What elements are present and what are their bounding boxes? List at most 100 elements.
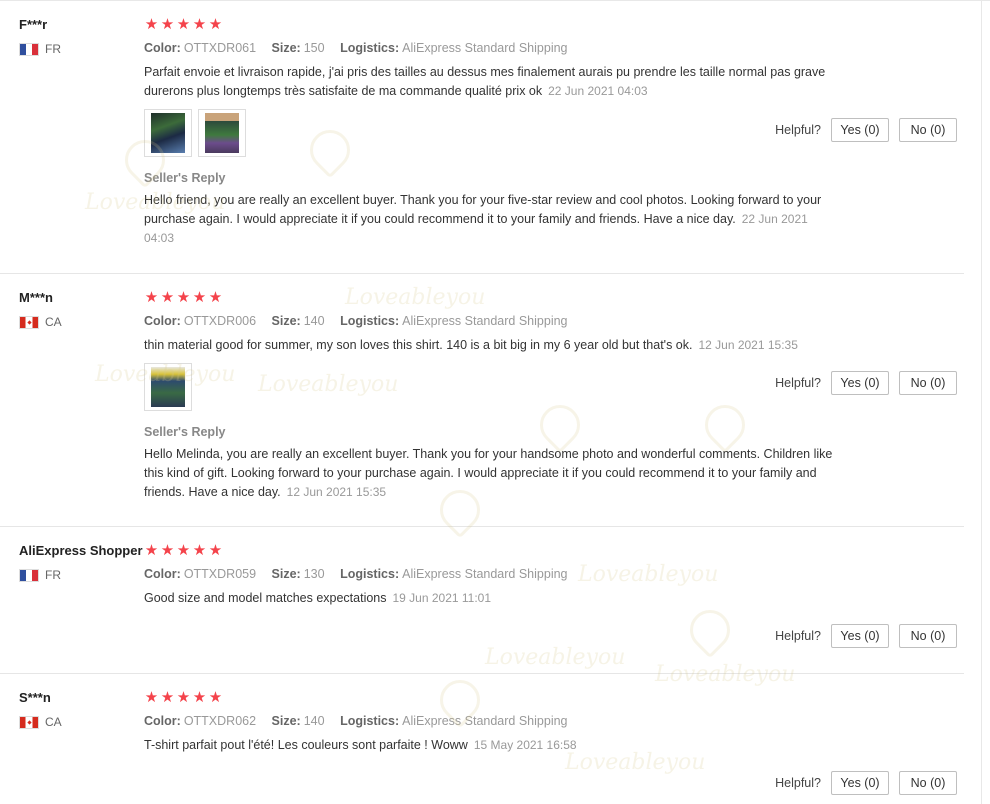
helpful-no-button[interactable]: No (0): [899, 118, 957, 142]
star-icon: ★: [208, 289, 223, 306]
review-text: Parfait envoie et livraison rapide, j'ai…: [144, 63, 864, 101]
country-code: CA: [45, 315, 62, 329]
review-text: T-shirt parfait pout l'été! Les couleurs…: [144, 736, 864, 755]
size-label: Size:: [271, 314, 301, 328]
helpful-yes-button[interactable]: Yes (0): [831, 371, 889, 395]
helpful-yes-button[interactable]: Yes (0): [831, 771, 889, 795]
seller-reply: Hello friend, you are really an excellen…: [144, 191, 834, 248]
ca-flag-icon: [19, 715, 39, 729]
logistics-value: AliExpress Standard Shipping: [402, 567, 568, 581]
ca-flag-icon: [19, 315, 39, 329]
helpful-no-button[interactable]: No (0): [899, 771, 957, 795]
review-photo[interactable]: [144, 109, 192, 157]
country-code: CA: [45, 715, 62, 729]
helpful-controls: Helpful? Yes (0) No (0): [775, 624, 957, 648]
star-icon: ★: [192, 542, 207, 559]
helpful-no-button[interactable]: No (0): [899, 371, 957, 395]
review-text: Good size and model matches expectations…: [144, 589, 864, 608]
order-info: Color: OTTXDR061 Size: 150 Logistics: AliEx…: [144, 41, 864, 55]
buyer-info: F***r FR: [19, 17, 61, 56]
helpful-label: Helpful?: [775, 376, 821, 390]
seller-reply-title: Seller's Reply: [144, 171, 226, 185]
review-date: 22 Jun 2021 04:03: [548, 84, 648, 98]
review-date: 12 Jun 2021 15:35: [698, 338, 798, 352]
review-content: ★ ★ ★ ★ ★ Color: OTTXDR062 Size: 140 Logistics…: [144, 690, 864, 755]
logistics-value: AliExpress Standard Shipping: [402, 314, 568, 328]
star-icon: ★: [192, 689, 207, 706]
logistics-label: Logistics:: [340, 314, 400, 328]
star-icon: ★: [192, 289, 207, 306]
helpful-controls: Helpful? Yes (0) No (0): [775, 771, 957, 795]
fr-flag-icon: [19, 568, 39, 582]
buyer-name: F***r: [19, 17, 48, 32]
helpful-label: Helpful?: [775, 123, 821, 137]
star-icon: ★: [192, 16, 207, 33]
review-item: S***n CA ★ ★ ★ ★ ★ Color: OTTXDR062 Size: 140 …: [0, 674, 964, 804]
seller-reply-body: Hello Melinda, you are really an excelle…: [144, 447, 833, 499]
seller-reply-body: Hello friend, you are really an excellen…: [144, 193, 822, 226]
helpful-yes-button[interactable]: Yes (0): [831, 624, 889, 648]
size-label: Size:: [271, 41, 301, 55]
seller-reply: Hello Melinda, you are really an excelle…: [144, 445, 834, 502]
helpful-controls: Helpful? Yes (0) No (0): [775, 118, 957, 142]
review-photo[interactable]: [144, 363, 192, 411]
size-value: 150: [303, 41, 325, 55]
logistics-value: AliExpress Standard Shipping: [402, 41, 568, 55]
size-value: 140: [303, 714, 325, 728]
star-rating: ★ ★ ★ ★ ★: [144, 543, 864, 559]
star-icon: ★: [208, 16, 223, 33]
review-content: ★ ★ ★ ★ ★ Color: OTTXDR006 Size: 140 Logistics…: [144, 290, 864, 502]
seller-reply-title: Seller's Reply: [144, 425, 226, 439]
buyer-country: FR: [19, 42, 61, 56]
country-code: FR: [45, 42, 61, 56]
logistics-label: Logistics:: [340, 714, 400, 728]
buyer-info: M***n CA: [19, 290, 62, 329]
buyer-name: M***n: [19, 290, 53, 305]
star-icon: ★: [144, 289, 159, 306]
star-rating: ★ ★ ★ ★ ★: [144, 290, 864, 306]
helpful-label: Helpful?: [775, 776, 821, 790]
review-body: Good size and model matches expectations: [144, 591, 387, 605]
logistics-label: Logistics:: [340, 567, 400, 581]
review-content: ★ ★ ★ ★ ★ Color: OTTXDR061 Size: 150 Logistics…: [144, 17, 864, 248]
order-info: Color: OTTXDR062 Size: 140 Logistics: AliEx…: [144, 714, 864, 728]
star-icon: ★: [208, 689, 223, 706]
review-body: T-shirt parfait pout l'été! Les couleurs…: [144, 738, 468, 752]
country-code: FR: [45, 568, 61, 582]
review-photos: [144, 363, 864, 411]
order-info: Color: OTTXDR059 Size: 130 Logistics: AliEx…: [144, 567, 864, 581]
review-photo[interactable]: [198, 109, 246, 157]
color-value: OTTXDR059: [183, 567, 257, 581]
right-divider: [981, 0, 982, 804]
buyer-info: AliExpress Shopper FR: [19, 543, 143, 582]
star-icon: ★: [208, 542, 223, 559]
helpful-controls: Helpful? Yes (0) No (0): [775, 371, 957, 395]
review-text: thin material good for summer, my son lo…: [144, 336, 864, 355]
color-label: Color:: [144, 714, 181, 728]
helpful-yes-button[interactable]: Yes (0): [831, 118, 889, 142]
color-label: Color:: [144, 314, 181, 328]
color-label: Color:: [144, 41, 181, 55]
color-value: OTTXDR006: [183, 314, 257, 328]
order-info: Color: OTTXDR006 Size: 140 Logistics: AliEx…: [144, 314, 864, 328]
star-icon: ★: [144, 16, 159, 33]
star-icon: ★: [176, 689, 191, 706]
logistics-label: Logistics:: [340, 41, 400, 55]
star-icon: ★: [160, 16, 175, 33]
review-date: 15 May 2021 16:58: [473, 738, 577, 752]
review-item: F***r FR ★ ★ ★ ★ ★ Color: OTTXDR061 Size: 150 …: [0, 0, 964, 274]
helpful-label: Helpful?: [775, 629, 821, 643]
review-item: M***n CA ★ ★ ★ ★ ★ Color: OTTXDR006 Size: 140 …: [0, 274, 964, 527]
review-body: thin material good for summer, my son lo…: [144, 338, 693, 352]
size-value: 130: [303, 567, 325, 581]
size-label: Size:: [271, 567, 301, 581]
logistics-value: AliExpress Standard Shipping: [402, 714, 568, 728]
helpful-no-button[interactable]: No (0): [899, 624, 957, 648]
color-value: OTTXDR062: [183, 714, 257, 728]
star-icon: ★: [144, 689, 159, 706]
review-date: 19 Jun 2021 11:01: [392, 591, 492, 605]
review-photos: [144, 109, 864, 157]
star-rating: ★ ★ ★ ★ ★: [144, 17, 864, 33]
review-content: ★ ★ ★ ★ ★ Color: OTTXDR059 Size: 130 Logistics…: [144, 543, 864, 608]
buyer-info: S***n CA: [19, 690, 62, 729]
